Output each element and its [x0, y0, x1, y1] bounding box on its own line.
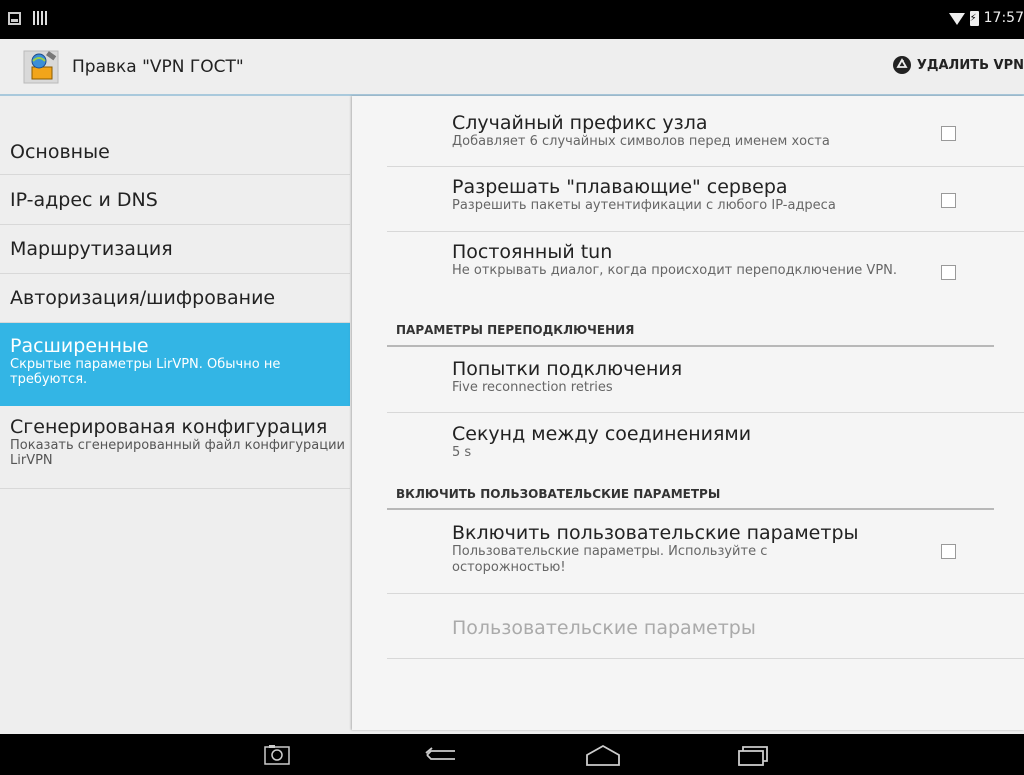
pref-summary: Разрешить пакеты аутентификации с любого…	[452, 198, 836, 213]
screenshot-icon[interactable]	[263, 743, 291, 771]
pref-title: Секунд между соединениями	[452, 423, 752, 445]
gallery-icon	[8, 11, 21, 25]
pref-summary: Пользовательские параметры. Используйте …	[452, 544, 768, 575]
delete-vpn-label: УДАЛИТЬ VPN	[916, 57, 1024, 73]
nav-item-label: Основные	[10, 141, 110, 163]
pref-summary: Five reconnection retries	[452, 380, 613, 395]
divider	[387, 166, 1024, 167]
delete-vpn-button[interactable]: УДАЛИТЬ VPN	[891, 55, 1024, 75]
page-title: Правка "VPN ГОСТ"	[72, 57, 244, 77]
pref-connect-retries[interactable]: Попытки подключения Five reconnection re…	[452, 358, 932, 396]
nav-item-summary: Скрытые параметры LirVPN. Обычно не треб…	[10, 357, 281, 387]
nav-item-auth-encryption[interactable]: Авторизация/шифрование	[0, 274, 350, 323]
pref-title: Случайный префикс узла	[452, 112, 708, 134]
pref-title: Включить пользовательские параметры	[452, 522, 859, 544]
category-header-reconnect: ПАРАМЕТРЫ ПЕРЕПОДКЛЮЧЕНИЯ	[396, 323, 635, 337]
nav-item-ip-dns[interactable]: IP-адрес и DNS	[0, 175, 350, 225]
settings-content: Основные IP-адрес и DNS Маршрутизация Ав…	[0, 96, 1024, 734]
divider	[387, 231, 1024, 232]
nav-item-label: Маршрутизация	[10, 238, 173, 260]
pref-title: Попытки подключения	[452, 358, 683, 380]
nav-item-advanced[interactable]: Расширенные Скрытые параметры LirVPN. Об…	[0, 323, 350, 406]
pref-persistent-tun[interactable]: Постоянный tun Не открывать диалог, когд…	[452, 241, 932, 279]
status-time: 17:57	[983, 10, 1024, 26]
preferences-pane: Случайный префикс узла Добавляет 6 случа…	[352, 96, 1024, 730]
random-host-checkbox[interactable]	[941, 126, 956, 141]
wifi-icon	[948, 13, 965, 25]
nav-item-generated-config[interactable]: Сгенерированая конфигурация Показать сге…	[0, 406, 350, 489]
category-divider	[387, 345, 994, 347]
pref-title: Постоянный tun	[452, 241, 613, 263]
enable-custom-options-checkbox[interactable]	[941, 544, 956, 559]
persistent-tun-checkbox[interactable]	[941, 265, 956, 280]
divider	[387, 412, 1024, 413]
pref-connect-delay[interactable]: Секунд между соединениями 5 s	[452, 423, 932, 461]
status-left-icons	[8, 11, 47, 25]
nav-item-summary: Показать сгенерированный файл конфигурац…	[10, 438, 345, 468]
divider	[387, 658, 1024, 659]
nav-item-routing[interactable]: Маршрутизация	[0, 225, 350, 274]
headers-pane: Основные IP-адрес и DNS Маршрутизация Ав…	[0, 96, 350, 734]
nav-item-label: IP-адрес и DNS	[10, 189, 158, 211]
pref-title: Пользовательские параметры	[452, 617, 756, 639]
vpn-app-icon[interactable]	[22, 49, 60, 85]
pref-summary: 5 s	[452, 445, 472, 460]
recents-icon[interactable]	[735, 743, 771, 771]
category-divider	[387, 508, 994, 510]
pref-enable-custom-options[interactable]: Включить пользовательские параметры Поль…	[452, 522, 932, 576]
battery-charging-icon	[969, 10, 979, 26]
home-icon[interactable]	[583, 743, 623, 771]
status-bar: 17:57	[0, 0, 1024, 39]
nav-item-label: Расширенные	[10, 335, 149, 357]
float-servers-checkbox[interactable]	[941, 193, 956, 208]
nav-item-label: Сгенерированая конфигурация	[10, 416, 328, 438]
pref-custom-options: Пользовательские параметры	[452, 617, 932, 639]
nav-item-basic[interactable]: Основные	[0, 125, 350, 175]
pref-title: Разрешать "плавающие" сервера	[452, 176, 788, 198]
pref-summary: Добавляет 6 случайных символов перед име…	[452, 134, 830, 149]
action-bar: Правка "VPN ГОСТ" УДАЛИТЬ VPN	[0, 39, 1024, 94]
back-icon[interactable]	[423, 743, 459, 771]
status-right-icons: 17:57	[948, 10, 1024, 26]
pref-summary: Не открывать диалог, когда происходит пе…	[452, 263, 898, 278]
category-header-custom: ВКЛЮЧИТЬ ПОЛЬЗОВАТЕЛЬСКИЕ ПАРАМЕТРЫ	[396, 487, 721, 501]
divider	[387, 593, 1024, 594]
pref-random-host[interactable]: Случайный префикс узла Добавляет 6 случа…	[452, 112, 932, 150]
nav-item-label: Авторизация/шифрование	[10, 287, 276, 309]
system-nav-bar	[0, 734, 1024, 775]
pref-float-servers[interactable]: Разрешать "плавающие" сервера Разрешить …	[452, 176, 932, 214]
recycle-icon	[892, 56, 911, 74]
barcode-icon	[33, 11, 47, 25]
